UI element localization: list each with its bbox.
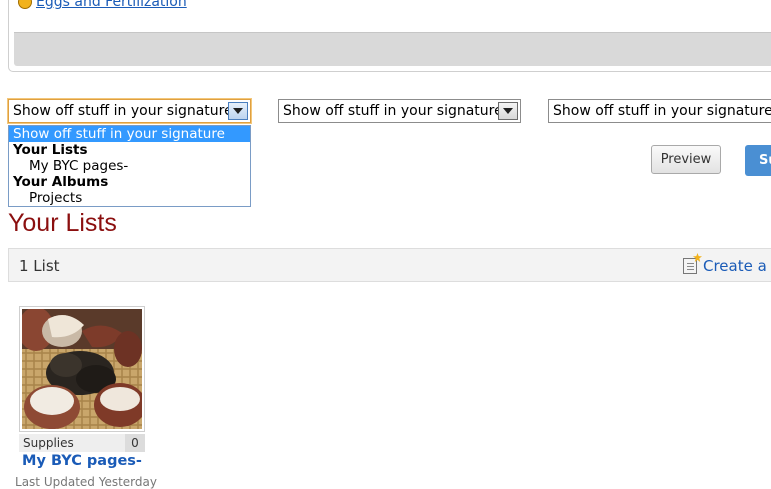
panel-footer-bar <box>14 32 771 66</box>
section-title: Your Lists <box>8 209 117 237</box>
list-card-updated: Last Updated Yesterday <box>15 475 157 489</box>
list-card-count: 0 <box>125 434 145 452</box>
create-list-link[interactable]: Create a <box>683 253 767 275</box>
preview-button[interactable]: Preview <box>651 145 721 174</box>
dropdown-option-my-byc-pages[interactable]: My BYC pages- <box>9 158 250 174</box>
dropdown-arrow-icon[interactable] <box>228 102 248 120</box>
list-card[interactable]: Supplies 0 My BYC pages- Last Updated Ye… <box>15 306 157 489</box>
dropdown-group-your-lists: Your Lists <box>13 142 88 158</box>
signature-select-2[interactable]: Show off stuff in your signature <box>278 99 521 123</box>
signature-select-1-value: Show off stuff in your signature <box>13 103 233 119</box>
signature-select-3[interactable]: Show off stuff in your signature <box>548 99 771 123</box>
signature-select-2-value: Show off stuff in your signature <box>283 103 503 119</box>
signature-dropdown-list: Show off stuff in your signature Your Li… <box>8 125 251 207</box>
signature-select-3-value: Show off stuff in your signature <box>553 103 771 119</box>
create-list-icon <box>683 253 702 274</box>
create-list-label[interactable]: Create a <box>703 257 767 275</box>
dropdown-group-your-albums: Your Albums <box>13 174 109 190</box>
chick-hatching-image <box>22 309 142 429</box>
list-card-title[interactable]: My BYC pages- <box>13 453 151 469</box>
list-count: 1 List <box>19 257 60 275</box>
signature-select-1[interactable]: Show off stuff in your signature <box>7 98 252 124</box>
submit-button[interactable]: Su <box>745 145 771 176</box>
list-card-thumbnail[interactable] <box>19 306 145 432</box>
egg-icon <box>18 0 32 9</box>
dropdown-arrow-icon[interactable] <box>498 102 518 120</box>
eggs-fertilization-label[interactable]: Eggs and Fertilization <box>36 0 187 10</box>
dropdown-option-projects[interactable]: Projects <box>9 190 250 206</box>
dropdown-option-signature[interactable]: Show off stuff in your signature <box>9 126 250 142</box>
eggs-fertilization-link[interactable]: Eggs and Fertilization <box>18 0 187 10</box>
list-card-meta: Supplies 0 <box>19 434 145 452</box>
list-card-category: Supplies <box>23 436 74 450</box>
list-header-bar: 1 List Create a <box>8 248 771 282</box>
